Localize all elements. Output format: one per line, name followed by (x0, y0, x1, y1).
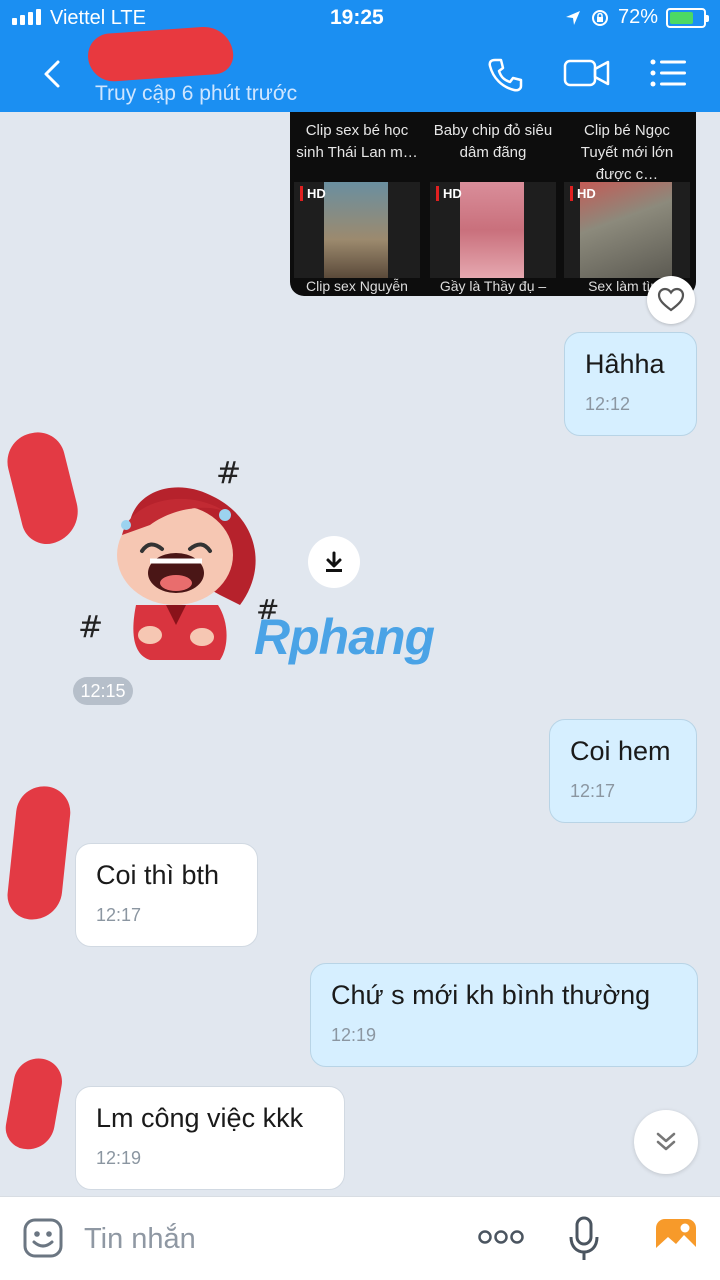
like-button[interactable] (647, 276, 695, 324)
message-time: 12:15 (73, 677, 133, 705)
message-time: 12:19 (96, 1148, 142, 1168)
thumbnail-image (324, 182, 388, 278)
laughing-sticker[interactable]: # # # (70, 455, 280, 670)
last-seen-label: Truy cập 6 phút trước (95, 82, 298, 105)
image-icon[interactable] (654, 1217, 698, 1259)
back-icon[interactable] (38, 56, 68, 92)
battery-fill (670, 11, 694, 24)
message-time: 12:19 (331, 1025, 377, 1045)
message-input[interactable]: Tin nhắn (84, 1223, 196, 1256)
message-bubble-outgoing[interactable]: Coi hem 12:17 (549, 719, 697, 823)
contact-name-redacted[interactable] (86, 25, 235, 83)
double-chevron-down-icon (656, 1132, 676, 1151)
message-text: Hâhha (585, 349, 665, 379)
orientation-lock-icon (591, 9, 608, 26)
message-bubble-outgoing[interactable]: Chứ s mới kh bình thường 12:19 (310, 963, 698, 1067)
microphone-icon[interactable] (567, 1215, 601, 1263)
svg-text:#: # (78, 610, 103, 645)
video-thumbnail[interactable]: HD (294, 182, 420, 278)
more-icon[interactable] (477, 1229, 525, 1245)
video-title[interactable]: Clip sex bé học sinh Thái Lan m… (294, 120, 420, 164)
video-thumbnail[interactable]: HD (430, 182, 556, 278)
video-thumbnail[interactable]: HD (564, 182, 690, 278)
shared-video-card[interactable]: Clip sex bé học sinh Thái Lan m… Baby ch… (290, 112, 696, 296)
message-text: Chứ s mới kh bình thường (331, 980, 651, 1010)
video-title[interactable]: Baby chip đỏ siêu dâm đãng (430, 120, 556, 164)
message-text: Coi thì bth (96, 860, 220, 890)
emoji-icon[interactable] (22, 1217, 64, 1259)
video-title[interactable]: Clip bé Ngọc Tuyết mới lớn được c… (564, 120, 690, 186)
thumbnail-caption: Clip sex Nguyễn (306, 278, 408, 294)
message-composer: Tin nhắn (0, 1196, 720, 1280)
hd-badge: HD (570, 186, 596, 201)
status-time: 19:25 (330, 6, 384, 29)
message-bubble-outgoing[interactable]: Hâhha 12:12 (564, 332, 697, 436)
heart-icon (657, 287, 685, 312)
battery-icon (666, 7, 709, 28)
chat-header: Viettel LTE 19:25 72% Truy cập 6 phút tr… (0, 0, 720, 112)
thumbnail-image (460, 182, 524, 278)
message-time: 12:17 (96, 905, 142, 925)
message-time: 12:12 (585, 394, 631, 414)
video-icon[interactable] (563, 56, 611, 90)
menu-icon[interactable] (650, 58, 688, 88)
message-bubble-incoming[interactable]: Coi thì bth 12:17 (75, 843, 258, 947)
location-icon (565, 10, 580, 25)
carrier-label: Viettel LTE (50, 7, 146, 29)
status-bar: Viettel LTE 19:25 72% (0, 0, 720, 36)
hd-badge: HD (436, 186, 462, 201)
phone-icon[interactable] (486, 56, 524, 94)
message-text: Coi hem (570, 736, 671, 766)
message-bubble-incoming[interactable]: Lm công việc kkk 12:19 (75, 1086, 345, 1190)
watermark-text: Rphang (254, 609, 435, 665)
message-text: Lm công việc kkk (96, 1103, 304, 1133)
thumbnail-caption: Gầy là Thầy đụ – (439, 278, 547, 294)
signal-icon (12, 9, 41, 25)
scroll-to-bottom-button[interactable] (634, 1110, 698, 1174)
message-time: 12:17 (570, 781, 616, 801)
battery-percent: 72% (617, 6, 658, 28)
avatar-redacted[interactable] (2, 1054, 66, 1154)
status-right: 72% (564, 6, 709, 29)
hd-badge: HD (300, 186, 326, 201)
download-icon (326, 551, 342, 572)
svg-text:#: # (216, 456, 241, 491)
download-button[interactable] (308, 536, 360, 588)
avatar-redacted[interactable] (5, 783, 73, 923)
